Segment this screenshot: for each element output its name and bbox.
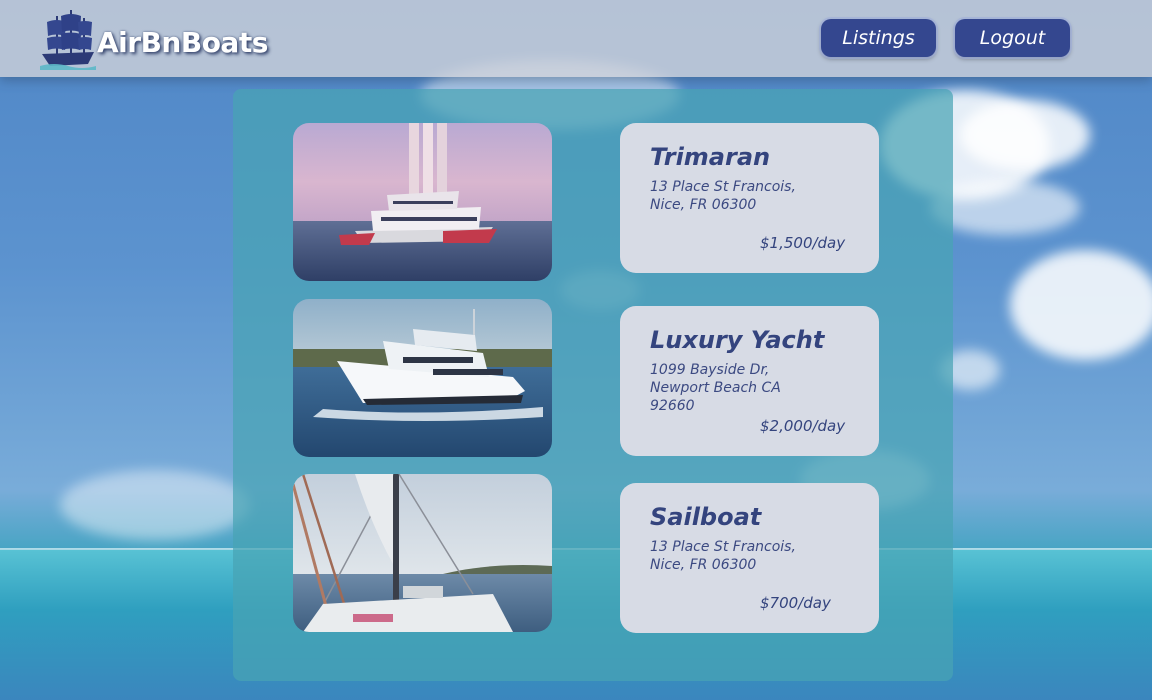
brand-name[interactable]: AirBnBoats: [97, 26, 268, 59]
listing-title[interactable]: Sailboat: [650, 503, 761, 531]
listing-address: 1099 Bayside Dr, Newport Beach CA 92660: [650, 362, 781, 414]
logout-button[interactable]: Logout: [955, 19, 1070, 57]
sailboat-photo[interactable]: [293, 474, 552, 632]
listing-address: 13 Place St Francois, Nice, FR 06300: [650, 539, 796, 573]
listing-card[interactable]: Sailboat 13 Place St Francois, Nice, FR …: [620, 483, 879, 633]
listing-card[interactable]: Trimaran 13 Place St Francois, Nice, FR …: [620, 123, 879, 273]
listing-price: $2,000/day: [760, 417, 846, 435]
listing-title[interactable]: Luxury Yacht: [650, 326, 824, 354]
listing-price: $700/day: [760, 594, 831, 612]
listings-button[interactable]: Listings: [821, 19, 936, 57]
listing-title[interactable]: Trimaran: [650, 143, 770, 171]
listing-price: $1,500/day: [760, 234, 846, 252]
trimaran-photo[interactable]: [293, 123, 552, 281]
listing-address: 13 Place St Francois, Nice, FR 06300: [650, 179, 796, 213]
pirate-ship-icon[interactable]: [38, 8, 98, 72]
listing-card[interactable]: Luxury Yacht 1099 Bayside Dr, Newport Be…: [620, 306, 879, 456]
yacht-photo[interactable]: [293, 299, 552, 457]
top-navigation-bar: AirBnBoats Listings Logout: [0, 0, 1152, 77]
